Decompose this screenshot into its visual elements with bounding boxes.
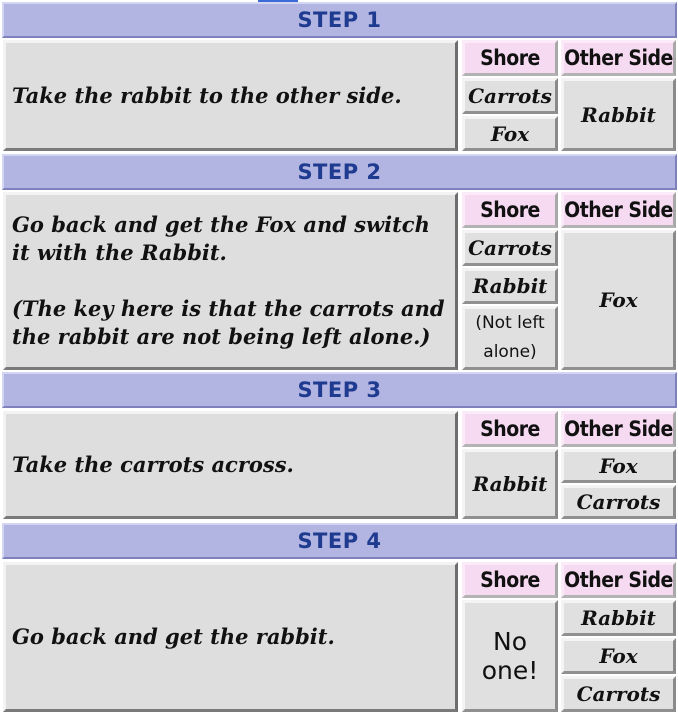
- step-2-description: Go back and get the Fox and switch it wi…: [12, 212, 445, 349]
- step-3-other-side-item: Carrots: [561, 485, 676, 519]
- step-1-shore-header: Shore: [462, 40, 558, 76]
- step-2-shore-header: Shore: [462, 192, 558, 228]
- step-1-description-panel: Take the rabbit to the other side.: [3, 40, 458, 151]
- shore-label: Shore: [480, 198, 540, 222]
- other-side-label: Other Side: [564, 198, 673, 222]
- step-4-title: STEP 4: [297, 529, 382, 553]
- item-label: (Not left alone): [475, 313, 545, 362]
- step-4-description: Go back and get the rabbit.: [12, 624, 335, 649]
- step-2-other-side-item: Fox: [561, 230, 676, 370]
- shore-label: Shore: [480, 417, 540, 441]
- step-3-title: STEP 3: [297, 378, 382, 402]
- step-1-shore-item: Fox: [462, 116, 558, 151]
- step-3-other-side-item: Fox: [561, 449, 676, 483]
- item-label: Fox: [599, 644, 638, 668]
- item-label: Fox: [490, 121, 530, 146]
- step-3-description-panel: Take the carrots across.: [3, 411, 458, 519]
- other-side-label: Other Side: [564, 417, 673, 441]
- step-4-other-side-item: Carrots: [561, 676, 676, 712]
- item-label: Rabbit: [472, 472, 548, 496]
- step-4-shore-item: No one!: [462, 600, 558, 712]
- step-2-shore-item: Carrots: [462, 230, 558, 266]
- item-label: Carrots: [576, 682, 661, 706]
- step-4-shore-header: Shore: [462, 562, 558, 598]
- other-side-label: Other Side: [564, 568, 673, 592]
- step-4-header: STEP 4: [2, 523, 677, 559]
- step-3-other-side-header: Other Side: [561, 411, 676, 447]
- step-3-description: Take the carrots across.: [12, 452, 294, 477]
- item-label: Fox: [599, 288, 638, 312]
- step-2-description-panel: Go back and get the Fox and switch it wi…: [3, 192, 458, 370]
- item-label: Rabbit: [472, 274, 548, 298]
- item-label: Carrots: [468, 236, 552, 260]
- item-label: Rabbit: [581, 606, 656, 630]
- item-label: Carrots: [468, 84, 552, 108]
- step-3-header: STEP 3: [2, 372, 677, 408]
- item-label: No one!: [481, 627, 539, 685]
- step-1-other-side-header: Other Side: [561, 40, 676, 76]
- step-1-description: Take the rabbit to the other side.: [12, 82, 402, 108]
- step-1-header: STEP 1: [2, 2, 677, 38]
- step-1-other-side-item: Rabbit: [561, 78, 676, 151]
- step-4-other-side-header: Other Side: [561, 562, 676, 598]
- step-1-title: STEP 1: [297, 8, 382, 32]
- item-label: Fox: [599, 454, 638, 478]
- step-3-shore-item: Rabbit: [462, 449, 558, 519]
- step-3-shore-header: Shore: [462, 411, 558, 447]
- step-2-shore-item: Rabbit: [462, 268, 558, 304]
- shore-label: Shore: [480, 46, 540, 70]
- shore-label: Shore: [480, 568, 540, 592]
- item-label: Carrots: [576, 490, 661, 514]
- other-side-label: Other Side: [564, 46, 673, 70]
- step-2-shore-note: (Not left alone): [462, 306, 558, 370]
- step-4-other-side-item: Fox: [561, 638, 676, 674]
- step-4-other-side-item: Rabbit: [561, 600, 676, 636]
- step-2-header: STEP 2: [2, 154, 677, 190]
- step-2-title: STEP 2: [297, 160, 382, 184]
- item-label: Rabbit: [581, 102, 656, 127]
- step-4-description-panel: Go back and get the rabbit.: [3, 562, 458, 712]
- step-1-shore-item: Carrots: [462, 78, 558, 114]
- step-2-other-side-header: Other Side: [561, 192, 676, 228]
